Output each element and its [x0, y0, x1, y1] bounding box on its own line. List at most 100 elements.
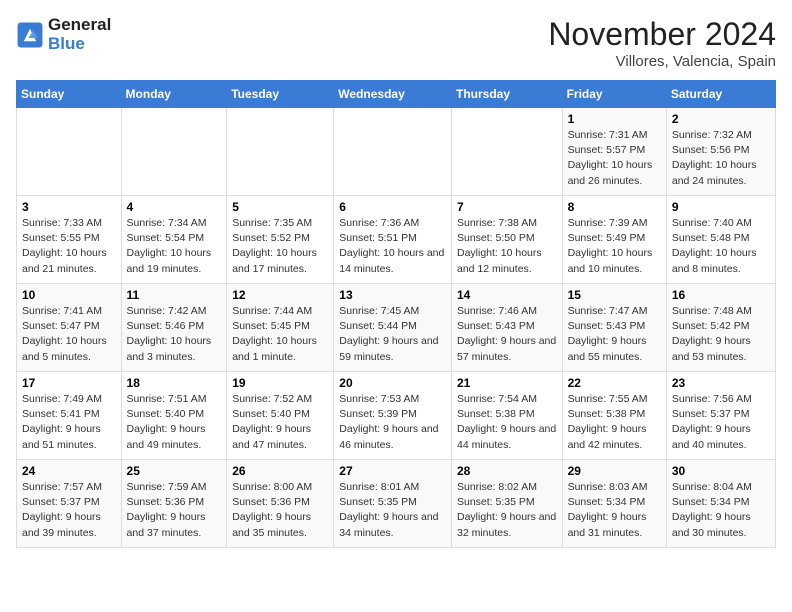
calendar-cell: 13 Sunrise: 7:45 AMSunset: 5:44 PMDayligh…: [334, 284, 452, 372]
header-day-tuesday: Tuesday: [227, 81, 334, 108]
day-number: 4: [127, 200, 222, 214]
day-info: Sunrise: 7:34 AMSunset: 5:54 PMDaylight:…: [127, 216, 222, 277]
calendar-cell: 6 Sunrise: 7:36 AMSunset: 5:51 PMDaylight…: [334, 196, 452, 284]
day-info: Sunrise: 7:44 AMSunset: 5:45 PMDaylight:…: [232, 304, 328, 365]
day-number: 8: [568, 200, 661, 214]
day-info: Sunrise: 7:42 AMSunset: 5:46 PMDaylight:…: [127, 304, 222, 365]
day-number: 6: [339, 200, 446, 214]
calendar-cell: [227, 108, 334, 196]
calendar-cell: 15Sunrise: 7:47 AMSunset: 5:43 PMDayligh…: [562, 284, 666, 372]
day-info: Sunrise: 7:35 AMSunset: 5:52 PMDaylight:…: [232, 216, 328, 277]
day-number: 14: [457, 288, 557, 302]
day-info: Sunrise: 7:53 AMSunset: 5:39 PMDaylight:…: [339, 392, 446, 453]
header-row: SundayMondayTuesdayWednesdayThursdayFrid…: [17, 81, 776, 108]
day-number: 29: [568, 464, 661, 478]
calendar-cell: 12Sunrise: 7:44 AMSunset: 5:45 PMDayligh…: [227, 284, 334, 372]
title-block: November 2024 Villores, Valencia, Spain: [548, 16, 776, 70]
calendar-cell: 23 Sunrise: 7:56 AMSunset: 5:37 PMDayligh…: [666, 372, 775, 460]
header-day-thursday: Thursday: [451, 81, 562, 108]
calendar-cell: 2 Sunrise: 7:32 AMSunset: 5:56 PMDaylight…: [666, 108, 775, 196]
calendar-cell: 26Sunrise: 8:00 AMSunset: 5:36 PMDayligh…: [227, 460, 334, 548]
calendar-cell: [17, 108, 122, 196]
day-number: 16: [672, 288, 770, 302]
day-info: Sunrise: 7:46 AMSunset: 5:43 PMDaylight:…: [457, 304, 557, 365]
calendar-cell: 28Sunrise: 8:02 AMSunset: 5:35 PMDayligh…: [451, 460, 562, 548]
day-number: 30: [672, 464, 770, 478]
day-info: Sunrise: 7:48 AMSunset: 5:42 PMDaylight:…: [672, 304, 770, 365]
calendar-cell: 22Sunrise: 7:55 AMSunset: 5:38 PMDayligh…: [562, 372, 666, 460]
day-info: Sunrise: 7:57 AMSunset: 5:37 PMDaylight:…: [22, 480, 116, 541]
calendar-cell: 8 Sunrise: 7:39 AMSunset: 5:49 PMDaylight…: [562, 196, 666, 284]
calendar-cell: 17Sunrise: 7:49 AMSunset: 5:41 PMDayligh…: [17, 372, 122, 460]
day-number: 18: [127, 376, 222, 390]
day-number: 19: [232, 376, 328, 390]
week-row-2: 3 Sunrise: 7:33 AMSunset: 5:55 PMDaylight…: [17, 196, 776, 284]
day-info: Sunrise: 7:51 AMSunset: 5:40 PMDaylight:…: [127, 392, 222, 453]
day-info: Sunrise: 7:32 AMSunset: 5:56 PMDaylight:…: [672, 128, 770, 189]
day-info: Sunrise: 7:59 AMSunset: 5:36 PMDaylight:…: [127, 480, 222, 541]
day-number: 10: [22, 288, 116, 302]
day-number: 27: [339, 464, 446, 478]
logo-line1: General: [48, 16, 111, 35]
calendar-cell: 21 Sunrise: 7:54 AMSunset: 5:38 PMDayligh…: [451, 372, 562, 460]
calendar-cell: 10Sunrise: 7:41 AMSunset: 5:47 PMDayligh…: [17, 284, 122, 372]
logo-line2: Blue: [48, 35, 111, 54]
day-info: Sunrise: 7:54 AMSunset: 5:38 PMDaylight:…: [457, 392, 557, 453]
week-row-5: 24Sunrise: 7:57 AMSunset: 5:37 PMDayligh…: [17, 460, 776, 548]
day-number: 25: [127, 464, 222, 478]
day-info: Sunrise: 8:03 AMSunset: 5:34 PMDaylight:…: [568, 480, 661, 541]
calendar-cell: 5 Sunrise: 7:35 AMSunset: 5:52 PMDaylight…: [227, 196, 334, 284]
day-number: 2: [672, 112, 770, 126]
day-info: Sunrise: 8:04 AMSunset: 5:34 PMDaylight:…: [672, 480, 770, 541]
logo: General Blue: [16, 16, 111, 53]
header-day-monday: Monday: [121, 81, 227, 108]
day-number: 13: [339, 288, 446, 302]
day-info: Sunrise: 7:40 AMSunset: 5:48 PMDaylight:…: [672, 216, 770, 277]
calendar-header: SundayMondayTuesdayWednesdayThursdayFrid…: [17, 81, 776, 108]
calendar-cell: 25 Sunrise: 7:59 AMSunset: 5:36 PMDayligh…: [121, 460, 227, 548]
header-day-saturday: Saturday: [666, 81, 775, 108]
day-number: 15: [568, 288, 661, 302]
day-info: Sunrise: 7:33 AMSunset: 5:55 PMDaylight:…: [22, 216, 116, 277]
calendar-cell: 14 Sunrise: 7:46 AMSunset: 5:43 PMDayligh…: [451, 284, 562, 372]
day-number: 28: [457, 464, 557, 478]
page-header: General Blue November 2024 Villores, Val…: [16, 16, 776, 70]
day-number: 23: [672, 376, 770, 390]
calendar-cell: [334, 108, 452, 196]
week-row-1: 1Sunrise: 7:31 AMSunset: 5:57 PMDaylight…: [17, 108, 776, 196]
calendar-cell: 30 Sunrise: 8:04 AMSunset: 5:34 PMDayligh…: [666, 460, 775, 548]
header-day-wednesday: Wednesday: [334, 81, 452, 108]
day-info: Sunrise: 8:00 AMSunset: 5:36 PMDaylight:…: [232, 480, 328, 541]
calendar-cell: 9 Sunrise: 7:40 AMSunset: 5:48 PMDaylight…: [666, 196, 775, 284]
calendar-cell: [121, 108, 227, 196]
calendar-cell: 19 Sunrise: 7:52 AMSunset: 5:40 PMDayligh…: [227, 372, 334, 460]
day-info: Sunrise: 7:49 AMSunset: 5:41 PMDaylight:…: [22, 392, 116, 453]
calendar-cell: 20Sunrise: 7:53 AMSunset: 5:39 PMDayligh…: [334, 372, 452, 460]
day-number: 3: [22, 200, 116, 214]
header-day-friday: Friday: [562, 81, 666, 108]
calendar-cell: 7 Sunrise: 7:38 AMSunset: 5:50 PMDaylight…: [451, 196, 562, 284]
day-info: Sunrise: 7:38 AMSunset: 5:50 PMDaylight:…: [457, 216, 557, 277]
calendar-cell: [451, 108, 562, 196]
calendar-cell: 24Sunrise: 7:57 AMSunset: 5:37 PMDayligh…: [17, 460, 122, 548]
day-info: Sunrise: 7:39 AMSunset: 5:49 PMDaylight:…: [568, 216, 661, 277]
week-row-4: 17Sunrise: 7:49 AMSunset: 5:41 PMDayligh…: [17, 372, 776, 460]
calendar-cell: 3 Sunrise: 7:33 AMSunset: 5:55 PMDaylight…: [17, 196, 122, 284]
day-number: 11: [127, 288, 222, 302]
day-info: Sunrise: 7:45 AMSunset: 5:44 PMDaylight:…: [339, 304, 446, 365]
day-number: 7: [457, 200, 557, 214]
calendar-cell: 18 Sunrise: 7:51 AMSunset: 5:40 PMDayligh…: [121, 372, 227, 460]
location-subtitle: Villores, Valencia, Spain: [548, 53, 776, 70]
logo-icon: [16, 21, 44, 49]
day-number: 21: [457, 376, 557, 390]
day-number: 1: [568, 112, 661, 126]
day-number: 5: [232, 200, 328, 214]
day-number: 9: [672, 200, 770, 214]
header-day-sunday: Sunday: [17, 81, 122, 108]
calendar-table: SundayMondayTuesdayWednesdayThursdayFrid…: [16, 80, 776, 548]
day-info: Sunrise: 7:55 AMSunset: 5:38 PMDaylight:…: [568, 392, 661, 453]
calendar-body: 1Sunrise: 7:31 AMSunset: 5:57 PMDaylight…: [17, 108, 776, 548]
day-info: Sunrise: 7:56 AMSunset: 5:37 PMDaylight:…: [672, 392, 770, 453]
day-info: Sunrise: 7:52 AMSunset: 5:40 PMDaylight:…: [232, 392, 328, 453]
day-info: Sunrise: 7:36 AMSunset: 5:51 PMDaylight:…: [339, 216, 446, 277]
